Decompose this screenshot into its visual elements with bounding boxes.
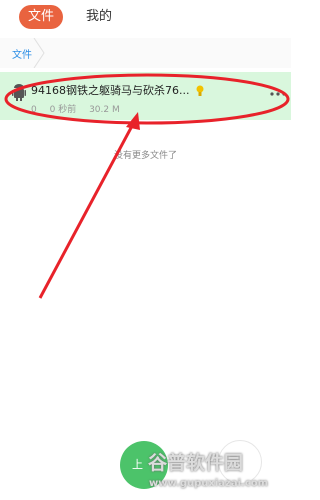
empty-message: 没有更多文件了 <box>113 151 177 161</box>
more-icon[interactable] <box>266 86 290 102</box>
file-count: 0 <box>31 105 37 115</box>
watermark-brand: 谷普软件园 <box>148 452 244 474</box>
watermark-url: www.gupuxiazai.com <box>149 478 269 489</box>
breadcrumb-files[interactable]: 文件 <box>12 46 32 61</box>
file-list-item[interactable]: 94168钢铁之躯骑马与砍杀76... 0 0 秒前 30.2 M <box>0 72 291 120</box>
lightbulb-icon <box>196 85 204 96</box>
file-name: 94168钢铁之躯骑马与砍杀76... <box>31 84 190 97</box>
file-meta: 0 0 秒前 30.2 M <box>31 102 130 115</box>
file-size: 30.2 M <box>89 105 120 115</box>
tab-files[interactable]: 文件 <box>19 5 63 29</box>
breadcrumb: 文件 <box>0 38 291 68</box>
android-icon <box>12 84 26 101</box>
tab-mine[interactable]: 我的 <box>86 5 112 29</box>
top-tab-bar: 文件 我的 <box>0 0 291 34</box>
chevron-right-icon <box>33 38 45 68</box>
file-time: 0 秒前 <box>49 105 77 115</box>
